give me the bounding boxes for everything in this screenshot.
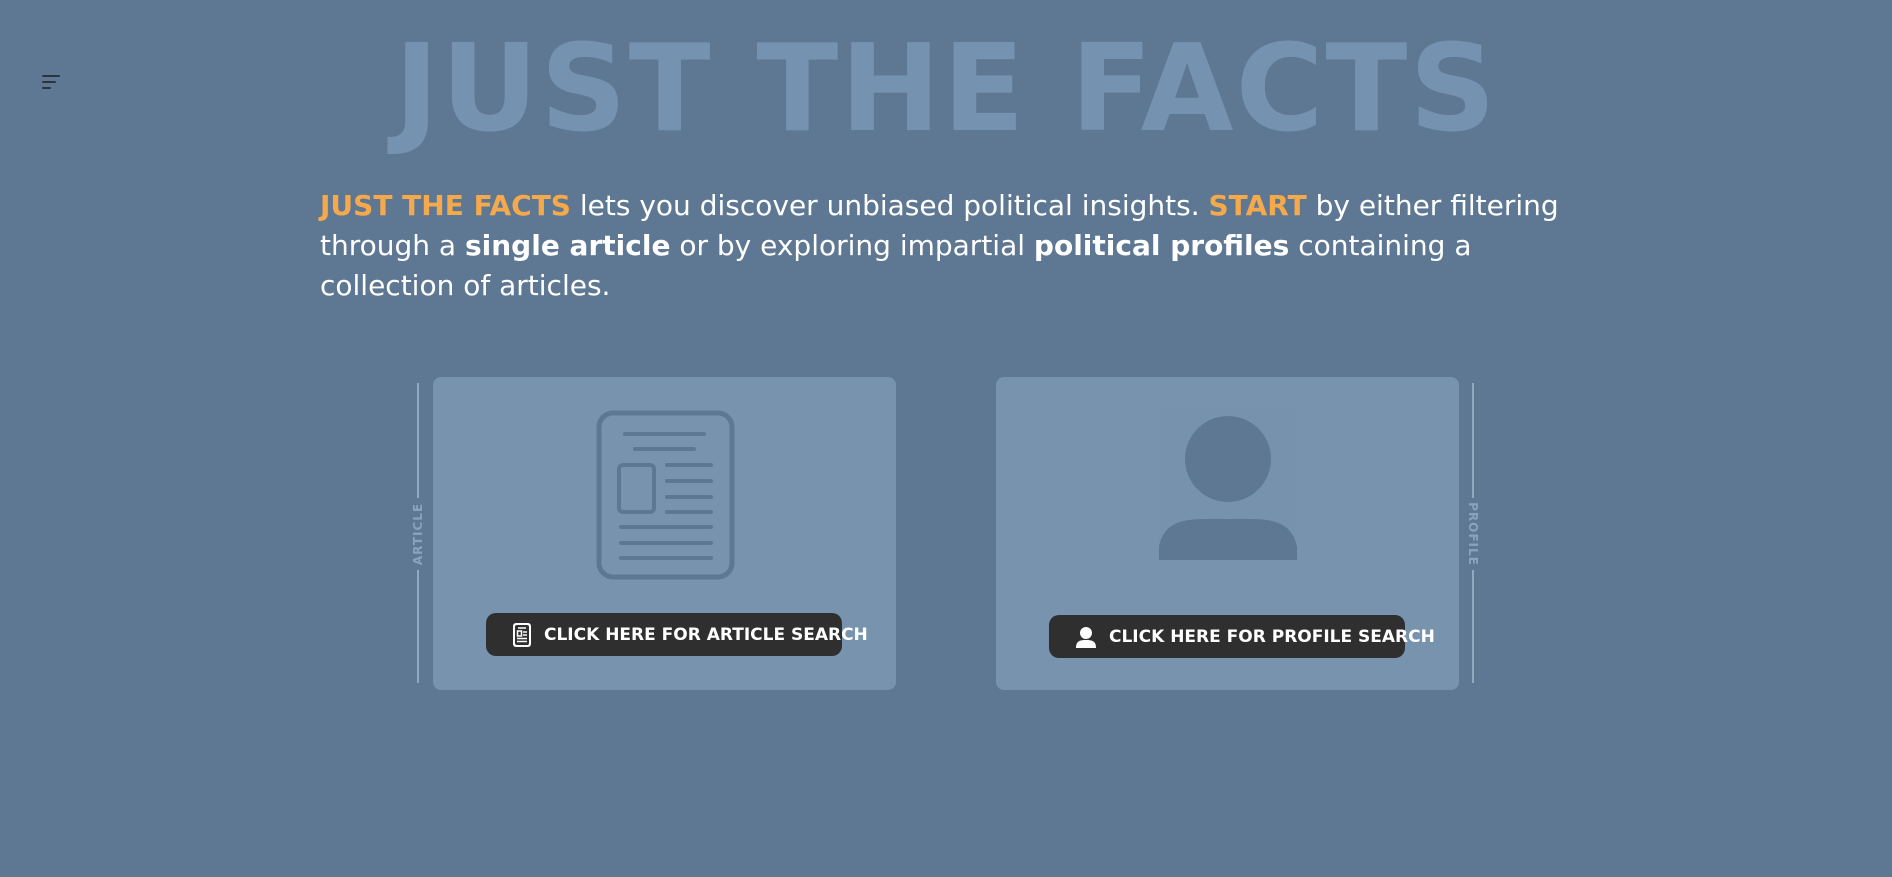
profile-card: CLICK HERE FOR PROFILE SEARCH (996, 377, 1459, 690)
single-article-emphasis: single article (464, 229, 671, 262)
user-icon (1075, 626, 1097, 648)
brand-highlight: JUST THE FACTS (320, 189, 571, 222)
article-side-line-top (417, 383, 419, 498)
article-search-button-label: CLICK HERE FOR ARTICLE SEARCH (544, 624, 868, 645)
profile-side-label: PROFILE (1466, 502, 1480, 566)
intro-segment: or by exploring impartial (670, 229, 1034, 262)
profile-side-line-bottom (1472, 570, 1474, 683)
political-profiles-emphasis: political profiles (1033, 229, 1290, 262)
profile-search-button[interactable]: CLICK HERE FOR PROFILE SEARCH (1049, 615, 1435, 658)
start-highlight: START (1208, 189, 1307, 222)
intro-text: JUST THE FACTS lets you discover unbiase… (320, 186, 1570, 306)
profile-search-button-label: CLICK HERE FOR PROFILE SEARCH (1109, 626, 1435, 647)
page-title: JUST THE FACTS (394, 20, 1498, 159)
article-side-line-bottom (417, 570, 419, 683)
article-side-label: ARTICLE (411, 502, 425, 566)
article-card: CLICK HERE FOR ARTICLE SEARCH (433, 377, 896, 690)
document-icon (512, 622, 532, 648)
intro-segment: lets you discover unbiased political ins… (570, 189, 1209, 222)
article-search-button[interactable]: CLICK HERE FOR ARTICLE SEARCH (486, 613, 868, 656)
profile-side-line-top (1472, 383, 1474, 498)
